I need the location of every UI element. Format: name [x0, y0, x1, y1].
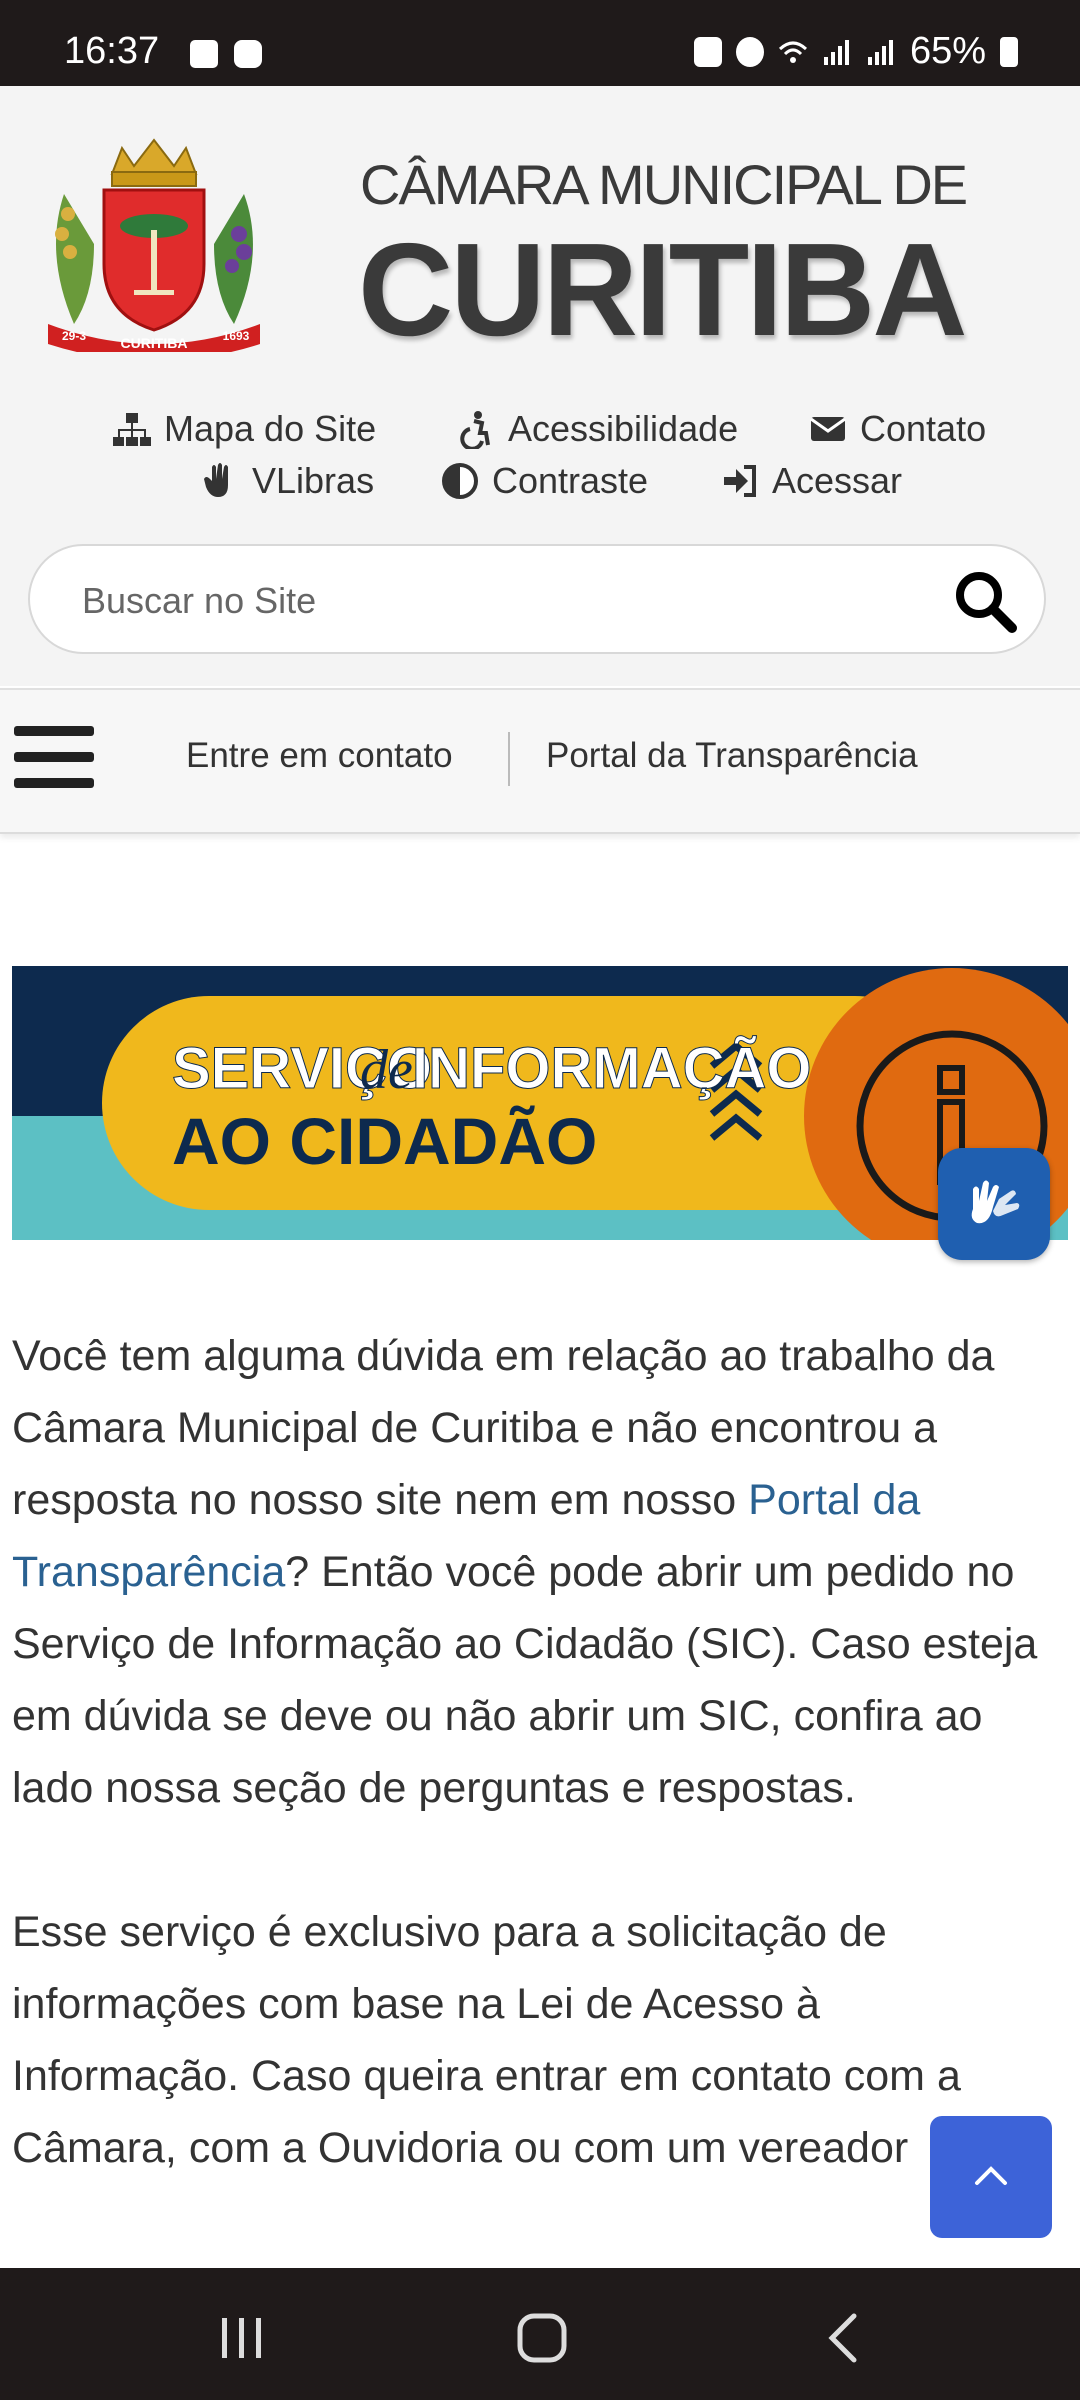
- site-title-big[interactable]: CURITIBA: [358, 214, 968, 365]
- home-icon[interactable]: [512, 2308, 572, 2368]
- main-navbar: Entre em contato Portal da Transparência: [0, 688, 1080, 834]
- contact-link[interactable]: Contato: [808, 408, 986, 450]
- service-paragraph: Esse serviço é exclusivo para a solicita…: [12, 1908, 961, 2172]
- coat-of-arms-logo[interactable]: CURITIBA 29-3 1693: [34, 134, 274, 352]
- status-time: 16:37: [64, 30, 160, 72]
- contrast-label: Contraste: [492, 460, 649, 501]
- status-bar: 16:37 65%: [0, 0, 1080, 86]
- contrast-link[interactable]: Contraste: [440, 460, 648, 502]
- nav-transparency-link[interactable]: Portal da Transparência: [546, 736, 918, 776]
- nav-contact-link[interactable]: Entre em contato: [186, 736, 453, 776]
- system-navigation-bar: [0, 2268, 1080, 2400]
- recent-apps-icon[interactable]: [212, 2308, 272, 2368]
- vlibras-widget-button[interactable]: [938, 1148, 1050, 1260]
- emblem-year-left: 29-3: [62, 329, 86, 343]
- main-content: Você tem alguma dúvida em relação ao tra…: [12, 1320, 1052, 2256]
- search-bar: [28, 544, 1046, 654]
- sitemap-link[interactable]: Mapa do Site: [112, 408, 376, 450]
- alarm-icon: [735, 36, 764, 67]
- search-input[interactable]: [80, 574, 904, 628]
- search-icon[interactable]: [950, 566, 1020, 636]
- accessibility-link[interactable]: Acessibilidade: [456, 408, 738, 450]
- accessibility-icon: [460, 411, 490, 449]
- sign-in-icon: [724, 465, 756, 497]
- accessibility-label: Acessibilidade: [508, 408, 739, 449]
- sitemap-icon: [113, 413, 151, 446]
- notification-icons: [190, 40, 262, 68]
- battery-saver-icon: [693, 36, 722, 67]
- signal-icon: [867, 39, 893, 65]
- site-header: CURITIBA 29-3 1693 CÂMARA MUNICIPAL DE C…: [0, 86, 1080, 686]
- scroll-to-top-button[interactable]: [930, 2116, 1052, 2238]
- chevron-up-icon: [975, 2166, 1007, 2185]
- login-link[interactable]: Acessar: [720, 460, 902, 502]
- battery-icon: [1000, 36, 1018, 67]
- intro-paragraph: Você tem alguma dúvida em relação ao tra…: [12, 1320, 1052, 1824]
- screen-record-icon: [234, 40, 262, 68]
- system-icons: 65%: [693, 30, 1018, 73]
- battery-percent: 65%: [909, 30, 986, 72]
- banner-line2: AO CIDADÃO: [172, 1104, 597, 1178]
- sic-banner[interactable]: SERVIÇO de INFORMAÇÃO AO CIDADÃO: [12, 966, 1068, 1240]
- menu-icon[interactable]: [14, 726, 94, 796]
- back-icon[interactable]: [816, 2308, 876, 2368]
- sign-language-hands-icon: [971, 1180, 1020, 1224]
- nav-divider: [508, 732, 510, 786]
- banner-line1b: de: [360, 1039, 413, 1101]
- vlibras-link[interactable]: VLibras: [200, 460, 374, 502]
- vlibras-label: VLibras: [252, 460, 375, 501]
- site-title-small[interactable]: CÂMARA MUNICIPAL DE: [360, 152, 968, 217]
- envelope-icon: [810, 417, 846, 441]
- gallery-icon: [190, 40, 218, 68]
- login-label: Acessar: [772, 460, 903, 501]
- wifi-icon: [778, 41, 807, 63]
- hand-icon: [204, 463, 228, 497]
- signal-icon: [823, 39, 849, 65]
- banner-line1c: INFORMAÇÃO: [412, 1036, 812, 1101]
- emblem-year-right: 1693: [223, 329, 250, 343]
- sitemap-label: Mapa do Site: [164, 408, 377, 449]
- contrast-icon: [442, 463, 478, 499]
- contact-label: Contato: [860, 408, 987, 449]
- emblem-ribbon-text: CURITIBA: [121, 335, 188, 351]
